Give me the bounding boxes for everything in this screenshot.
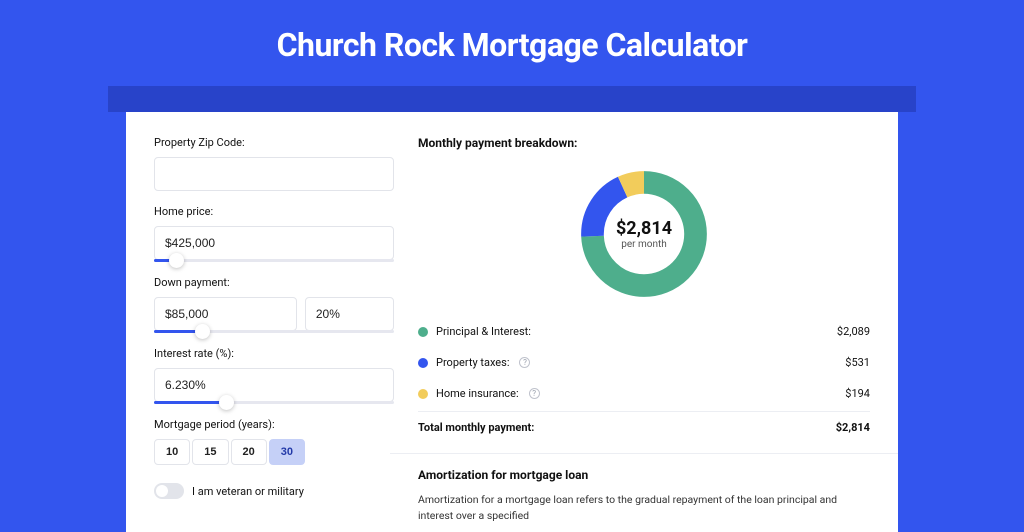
donut-sub: per month	[621, 239, 667, 250]
legend-row: Property taxes:? $531	[418, 347, 870, 378]
down-slider[interactable]	[154, 330, 394, 333]
rate-input[interactable]	[154, 368, 394, 402]
legend-label: Principal & Interest:	[436, 325, 531, 338]
zip-input[interactable]	[154, 157, 394, 191]
rate-slider-fill	[154, 401, 226, 404]
legend-dot	[418, 327, 428, 337]
zip-field-group: Property Zip Code:	[154, 136, 394, 191]
period-option-20[interactable]: 20	[231, 439, 267, 465]
legend-label: Property taxes:	[436, 356, 509, 369]
legend-total-value: $2,814	[836, 421, 870, 434]
legend-value: $531	[845, 356, 870, 369]
legend-total-row: Total monthly payment: $2,814	[418, 411, 870, 443]
rate-label: Interest rate (%):	[154, 347, 394, 360]
legend-row: Home insurance:? $194	[418, 378, 870, 409]
accent-bar	[108, 86, 916, 112]
period-option-30[interactable]: 30	[269, 439, 305, 465]
period-option-15[interactable]: 15	[192, 439, 228, 465]
donut-wrap: $2,814 per month	[418, 160, 870, 316]
donut-chart: $2,814 per month	[576, 166, 712, 302]
price-slider-thumb[interactable]	[169, 253, 184, 268]
veteran-toggle[interactable]	[154, 483, 184, 499]
down-amount-input[interactable]	[154, 297, 297, 331]
donut-amount: $2,814	[616, 218, 672, 239]
amortization-heading: Amortization for mortgage loan	[418, 468, 870, 482]
legend-value: $194	[845, 387, 870, 400]
breakdown-heading: Monthly payment breakdown:	[418, 136, 870, 150]
down-percent-input[interactable]	[305, 297, 394, 331]
period-field-group: Mortgage period (years): 10152030	[154, 418, 394, 465]
rate-slider-thumb[interactable]	[219, 395, 234, 410]
legend-total-label: Total monthly payment:	[418, 421, 534, 434]
breakdown-column: Monthly payment breakdown: $2,814 per mo…	[418, 136, 870, 532]
info-icon[interactable]: ?	[529, 388, 540, 399]
toggle-knob	[156, 485, 168, 497]
rate-field-group: Interest rate (%):	[154, 347, 394, 404]
legend: Principal & Interest: $2,089 Property taxe…	[418, 316, 870, 409]
amortization-text: Amortization for a mortgage loan refers …	[418, 492, 870, 524]
legend-dot	[418, 358, 428, 368]
legend-row: Principal & Interest: $2,089	[418, 316, 870, 347]
form-column: Property Zip Code: Home price: Down paym…	[154, 136, 394, 532]
zip-label: Property Zip Code:	[154, 136, 394, 149]
page-title: Church Rock Mortgage Calculator	[0, 0, 1024, 86]
legend-value: $2,089	[837, 325, 870, 338]
amortization-block: Amortization for mortgage loan Amortizat…	[418, 454, 870, 524]
price-slider[interactable]	[154, 259, 394, 262]
down-slider-thumb[interactable]	[195, 324, 210, 339]
legend-dot	[418, 389, 428, 399]
period-option-10[interactable]: 10	[154, 439, 190, 465]
down-field-group: Down payment:	[154, 276, 394, 333]
calculator-card: Property Zip Code: Home price: Down paym…	[126, 112, 898, 532]
donut-center: $2,814 per month	[576, 166, 712, 302]
rate-slider[interactable]	[154, 401, 394, 404]
price-input[interactable]	[154, 226, 394, 260]
period-label: Mortgage period (years):	[154, 418, 394, 431]
price-label: Home price:	[154, 205, 394, 218]
legend-label: Home insurance:	[436, 387, 519, 400]
price-field-group: Home price:	[154, 205, 394, 262]
veteran-label: I am veteran or military	[192, 485, 304, 498]
down-label: Down payment:	[154, 276, 394, 289]
period-options: 10152030	[154, 439, 394, 465]
info-icon[interactable]: ?	[519, 357, 530, 368]
veteran-row: I am veteran or military	[154, 483, 394, 499]
